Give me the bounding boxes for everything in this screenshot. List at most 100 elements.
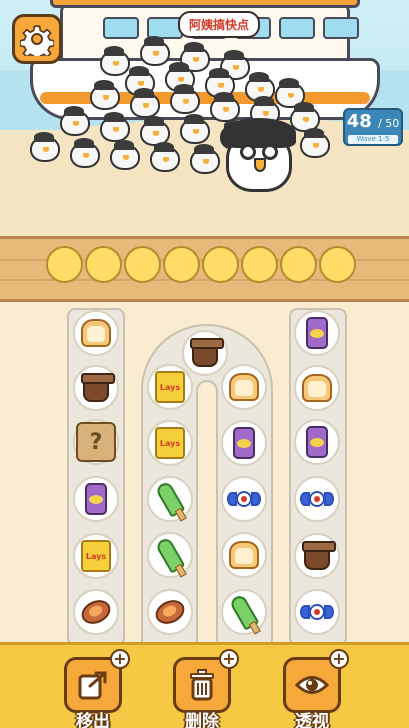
chips-icon: Lays [155,427,185,459]
move-out-label: 移出 [76,712,110,728]
sweet-potato-icon [151,595,189,629]
empty-slot [202,246,239,283]
coffee-cup-icon [190,338,224,367]
sweet-potato-tile[interactable] [147,589,193,635]
coffee-cup-tile[interactable] [294,533,340,579]
bread-icon [81,319,111,347]
add-icon: + [219,649,239,669]
counter-sub-label: Wave 1-5 [348,135,398,144]
purple-can-tile[interactable] [294,310,340,356]
move-out-icon [78,671,107,700]
bread-tile[interactable] [221,364,267,410]
delete-button[interactable]: + 删除 [173,649,239,728]
customer-bird [170,84,200,114]
chips-icon: Lays [81,540,111,572]
sweet-potato-tile[interactable] [73,589,119,635]
trash-icon [190,669,214,701]
empty-slot [124,246,161,283]
bread-icon [229,541,259,569]
empty-slot [280,246,317,283]
auntie-hair [222,118,296,148]
chips-icon: Lays [155,371,185,403]
popsicle-tile[interactable] [221,589,267,635]
customer-bird [100,46,130,76]
mystery-box-tile[interactable]: ? [73,419,119,465]
add-icon: + [329,649,349,669]
add-icon: + [110,649,130,669]
candy-icon [300,602,334,622]
customer-bird [180,114,210,144]
customer-bird [30,132,60,162]
customer-bird [100,112,130,142]
candy-icon [227,489,261,509]
auntie-bird-character [220,108,300,194]
peek-button[interactable]: + 透视 [283,649,349,728]
chips-tile[interactable]: Lays [147,420,193,466]
bread-tile[interactable] [294,365,340,411]
empty-slot [319,246,356,283]
purple-can-tile[interactable] [73,476,119,522]
customer-bird [190,144,220,174]
purple-can-icon [233,427,255,459]
bread-icon [302,374,332,402]
mystery-box-icon: ? [76,422,116,462]
bird-crowd [30,36,350,174]
tool-bar: + 移出 + 删除 + 透视 [0,642,409,728]
purple-can-icon [306,317,328,349]
popsicle-icon [154,536,186,574]
peek-label: 透视 [295,712,329,728]
customer-bird [60,106,90,136]
popsicle-icon [154,480,186,518]
empty-slot [241,246,278,283]
empty-slot [46,246,83,283]
coffee-cup-tile[interactable] [182,330,228,376]
boat-window [279,17,315,39]
customer-bird [110,140,140,170]
candy-tile[interactable] [294,589,340,635]
customer-bird [70,138,100,168]
boat-roof [50,0,360,8]
eye-icon [295,676,329,694]
speech-bubble: 阿姨搞快点 [178,11,261,38]
purple-can-tile[interactable] [221,420,267,466]
chips-tile[interactable]: Lays [147,364,193,410]
candy-icon [300,489,334,509]
boat-window [103,17,139,39]
popsicle-tile[interactable] [147,532,193,578]
game-board: ? Lays Lays Lays [0,302,409,646]
slot-bar [0,236,409,302]
sweet-potato-icon [77,595,115,629]
customer-bird [90,80,120,110]
customer-bird [140,36,170,66]
customer-bird [150,142,180,172]
popsicle-tile[interactable] [147,476,193,522]
purple-can-icon [306,426,328,458]
settings-button[interactable] [12,14,62,64]
customer-bird [130,88,160,118]
counter-current: 48 [346,111,372,132]
game-scene: 阿姨搞快点 48 / 50 Wave 1-5 [0,0,409,236]
purple-can-tile[interactable] [294,419,340,465]
bread-icon [229,373,259,401]
coffee-cup-icon [81,373,115,402]
empty-slot [85,246,122,283]
coffee-cup-tile[interactable] [73,365,119,411]
bread-tile[interactable] [221,532,267,578]
delete-label: 删除 [185,712,219,728]
empty-slot [163,246,200,283]
move-out-button[interactable]: + 移出 [64,649,130,728]
customer-counter: 48 / 50 Wave 1-5 [343,108,403,146]
purple-can-icon [85,483,107,515]
customer-bird [300,128,330,158]
bread-tile[interactable] [73,310,119,356]
gear-icon [20,25,54,56]
chips-tile[interactable]: Lays [73,533,119,579]
coffee-cup-icon [302,541,336,570]
popsicle-icon [228,593,260,631]
candy-tile[interactable] [221,476,267,522]
candy-tile[interactable] [294,476,340,522]
boat-window [323,17,359,39]
auntie-beak [254,158,266,172]
collection-slots [46,246,356,283]
counter-total: / 50 [378,117,400,130]
